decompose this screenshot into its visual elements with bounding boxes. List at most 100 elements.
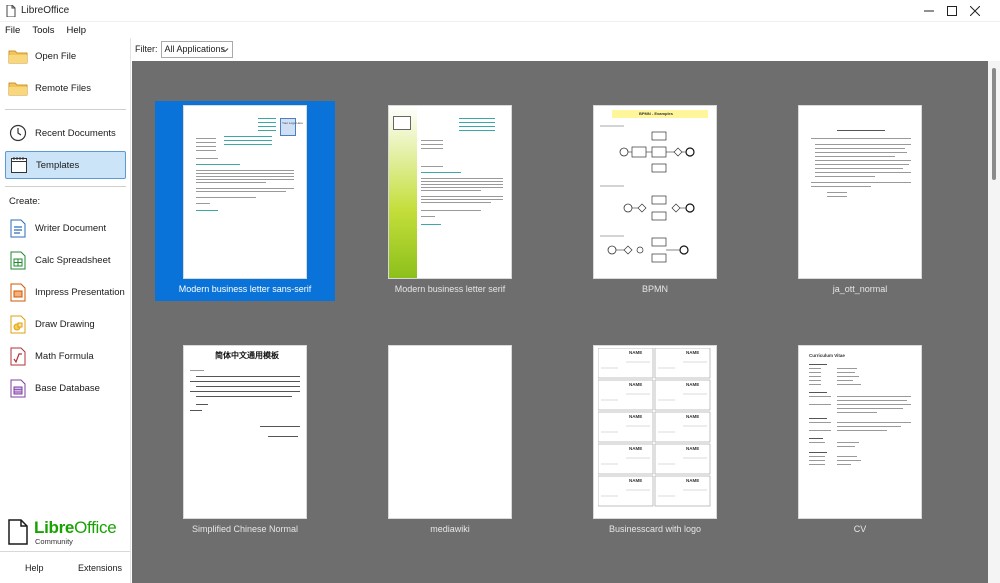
footer-divider [0,551,130,552]
sidebar-divider [5,109,126,110]
template-thumbnail [798,105,922,279]
brand-name-office: Office [74,518,117,537]
start-center-sidebar: Open File Remote Files Recent Documents … [0,38,131,583]
template-grid: Your Logo Here Modern business letter sa… [132,61,988,583]
libreoffice-brand-icon [8,519,28,545]
template-tile[interactable]: 简体中文通用模板 Simplified Chinese Normal [155,341,335,541]
card-name-text: NAME [629,446,643,451]
template-thumbnail: Your Logo Here [183,105,307,279]
card-name-text: NAME [686,350,700,355]
template-tile[interactable]: mediawiki [360,341,540,541]
card-name-text: NAME [629,414,643,419]
template-thumbnail [388,105,512,279]
template-thumbnail: BPMN - Examples [593,105,717,279]
template-thumbnail: NAME NAME NAME NAME NAME NAME NAME NAME … [593,345,717,519]
draw-icon [8,314,28,334]
clock-icon [8,123,28,143]
card-name-text: NAME [686,478,700,483]
remote-folder-icon [8,78,28,98]
brand-name-libre: Libre [34,518,75,537]
bpmn-title: BPMN - Examples [639,111,674,116]
recent-documents-label: Recent Documents [35,127,116,139]
base-label: Base Database [35,382,100,394]
businesscard-grid [598,348,711,507]
writer-icon [8,218,28,238]
brand-name: LibreOffice [34,518,117,538]
template-tile[interactable]: Your Logo Here Modern business letter sa… [155,101,335,301]
filter-label: Filter: [135,44,158,54]
window-title: LibreOffice [21,5,70,16]
create-heading: Create: [9,196,41,207]
templates-button[interactable]: Templates [5,151,126,179]
template-tile[interactable]: ja_ott_normal [770,101,950,301]
filter-row: Filter: All Applications [135,40,233,58]
chevron-down-icon [221,47,228,52]
templates-icon [9,155,29,175]
create-writer-button[interactable]: Writer Document [5,214,126,242]
chinese-template-title: 简体中文通用模板 [215,351,279,360]
template-thumbnail [388,345,512,519]
filter-dropdown[interactable]: All Applications [160,40,233,58]
template-name: CV [853,524,867,534]
menu-bar: File Tools Help [0,22,1000,38]
create-calc-button[interactable]: Calc Spreadsheet [5,246,126,274]
template-name: mediawiki [430,524,470,534]
templates-label: Templates [36,159,80,171]
template-name: BPMN [641,284,668,294]
template-tile[interactable]: Modern business letter serif [360,101,540,301]
template-name: Businesscard with logo [608,524,702,534]
template-name: Modern business letter sans-serif [178,284,312,294]
libreoffice-brand: LibreOffice Community [8,518,126,548]
card-name-text: NAME [629,382,643,387]
calc-icon [8,250,28,270]
card-name-text: NAME [686,414,700,419]
open-file-label: Open File [35,50,77,62]
close-icon [970,6,980,16]
folder-icon [8,46,28,66]
create-draw-button[interactable]: Draw Drawing [5,310,126,338]
open-file-button[interactable]: Open File [5,42,126,70]
cv-title: Curriculum Vitae [809,353,845,358]
title-bar: LibreOffice [0,0,1000,22]
create-math-button[interactable]: Math Formula [5,342,126,370]
menu-tools[interactable]: Tools [32,25,54,36]
sidebar-divider [5,186,126,187]
create-impress-button[interactable]: Impress Presentation [5,278,126,306]
libreoffice-logo-icon [6,5,16,17]
template-name: Modern business letter serif [394,284,506,294]
card-name-text: NAME [686,382,700,387]
math-label: Math Formula [35,350,94,362]
menu-file[interactable]: File [5,25,20,36]
template-name: Simplified Chinese Normal [191,524,299,534]
writer-label: Writer Document [35,222,107,234]
filter-selected-value: All Applications [164,44,226,54]
help-button[interactable]: Help [25,563,44,573]
template-tile[interactable]: NAME NAME NAME NAME NAME NAME NAME NAME … [565,341,745,541]
template-tile[interactable]: Curriculum Vitae CV [770,341,950,541]
extensions-button[interactable]: Extensions [78,563,122,573]
card-name-text: NAME [686,446,700,451]
bpmn-diagram [600,125,695,263]
scrollbar-thumb[interactable] [992,68,996,180]
menu-help[interactable]: Help [67,25,87,36]
recent-documents-button[interactable]: Recent Documents [5,119,126,147]
base-icon [8,378,28,398]
remote-files-button[interactable]: Remote Files [5,74,126,102]
math-icon [8,346,28,366]
template-thumbnail: 简体中文通用模板 [183,345,307,519]
card-name-text: NAME [629,478,643,483]
template-thumbnail: Curriculum Vitae [798,345,922,519]
green-gradient-band [389,106,417,278]
card-name-text: NAME [629,350,643,355]
draw-label: Draw Drawing [35,318,95,330]
template-tile[interactable]: BPMN - Examples BPMN [565,101,745,301]
calc-label: Calc Spreadsheet [35,254,111,266]
close-button[interactable] [952,0,998,22]
letter-logo-text: Your Logo Here [282,121,303,125]
remote-files-label: Remote Files [35,82,91,94]
template-name: ja_ott_normal [832,284,888,294]
impress-label: Impress Presentation [35,286,125,298]
brand-edition: Community [35,537,73,546]
impress-icon [8,282,28,302]
create-base-button[interactable]: Base Database [5,374,126,402]
